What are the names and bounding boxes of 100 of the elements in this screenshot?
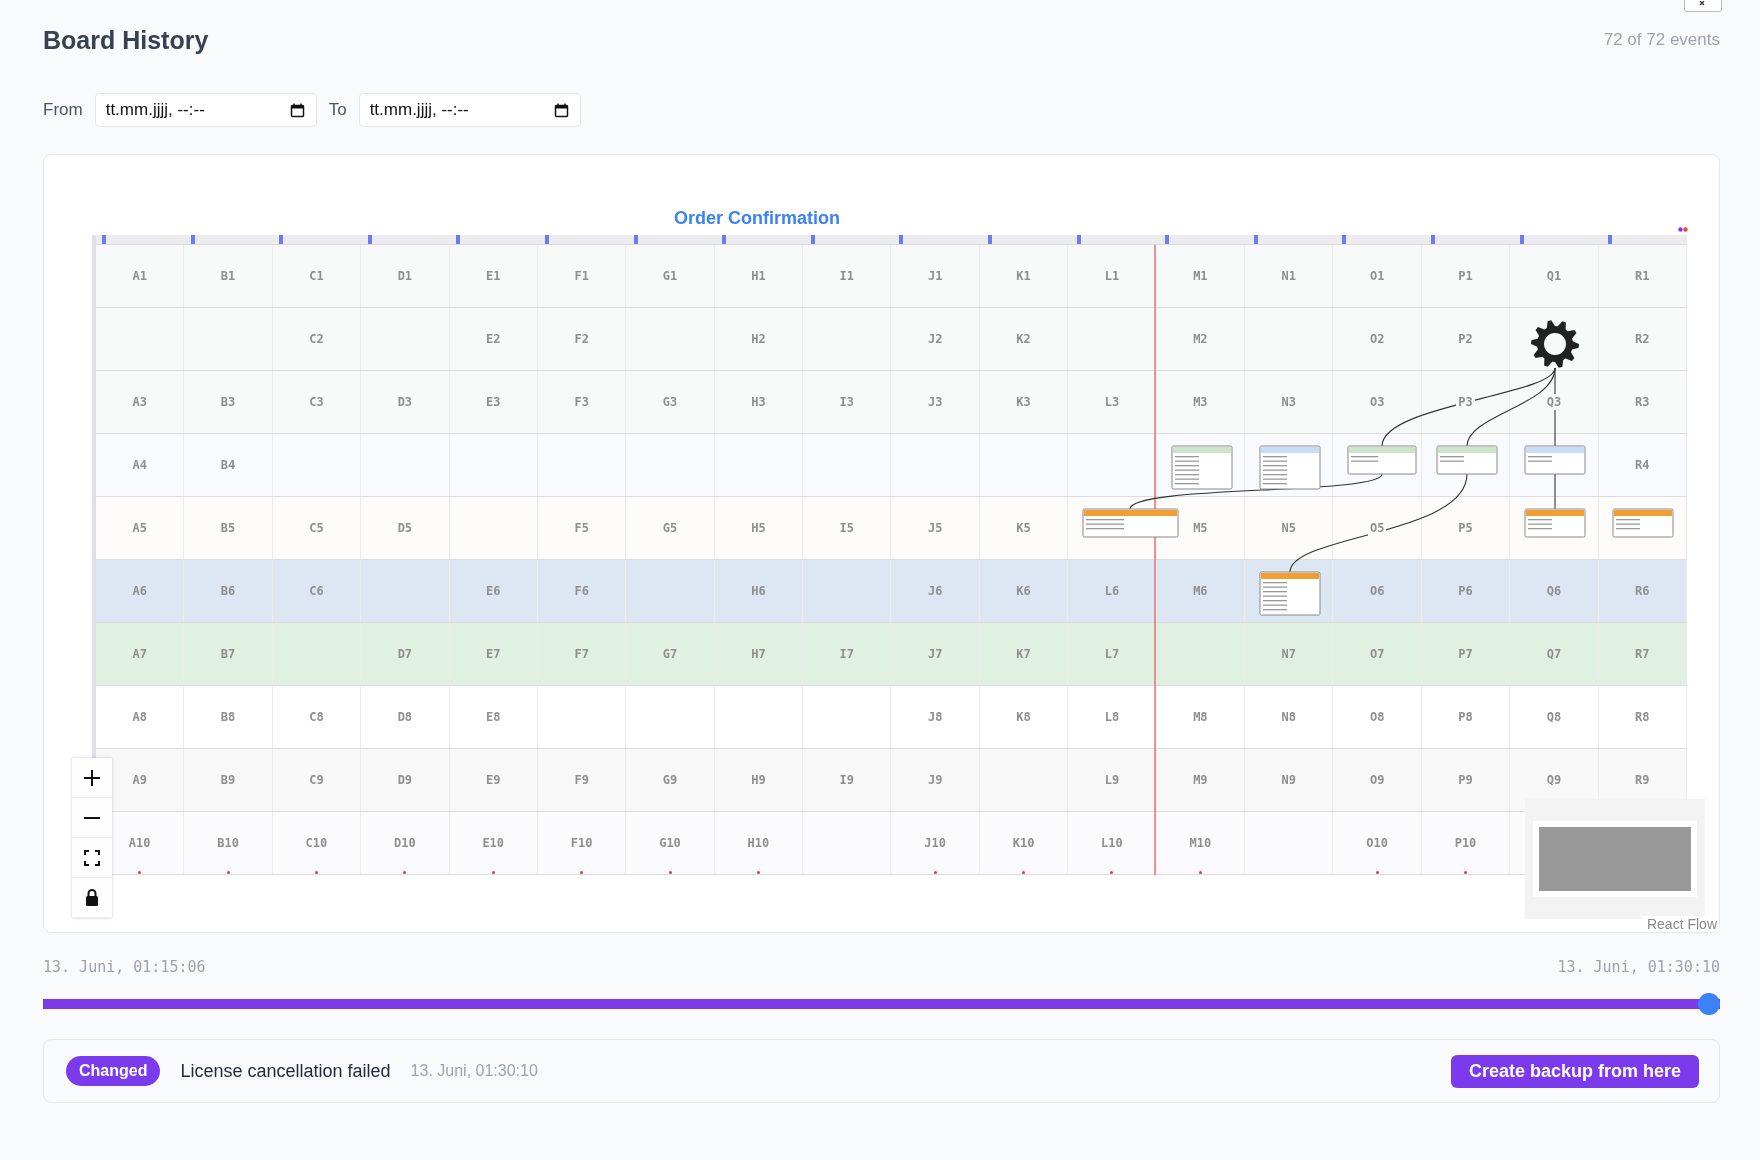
grid-cell: B5 [184, 497, 273, 559]
event-description: License cancellation failed [180, 1060, 391, 1082]
grid-cell: J10 [891, 812, 980, 874]
grid-cell: G1 [626, 245, 715, 307]
flow-node[interactable] [1082, 508, 1179, 538]
grid-cell: F7 [537, 623, 627, 685]
grid-cell: R6 [1598, 560, 1687, 622]
board-title[interactable]: Order Confirmation [674, 207, 840, 229]
grid-cell: E7 [449, 623, 538, 685]
calendar-icon[interactable] [553, 103, 569, 118]
grid-cell: P3 [1421, 371, 1511, 433]
grid-cell: E9 [449, 749, 538, 811]
grid-cell: K1 [979, 245, 1069, 307]
grid-cell: B4 [184, 434, 273, 496]
grid-cell: L3 [1068, 371, 1157, 433]
change-badge: Changed [66, 1056, 161, 1086]
grid-cell: E10 [449, 812, 538, 874]
grid-cell: M8 [1156, 686, 1246, 748]
grid-cell: O6 [1333, 560, 1422, 622]
grid-cell: J1 [891, 245, 980, 307]
grid-cell: I9 [803, 749, 892, 811]
grid-cell: R4 [1598, 434, 1687, 496]
grid-cell: D8 [361, 686, 450, 748]
grid-cell: J5 [891, 497, 980, 559]
status-dots-icon [1678, 227, 1688, 232]
grid-cell: K10 [979, 812, 1069, 874]
flow-node[interactable] [1436, 445, 1498, 475]
grid-cell: O5 [1333, 497, 1422, 559]
flow-node[interactable] [1171, 445, 1233, 490]
grid-cell: B9 [184, 749, 273, 811]
end-time: 13. Juni, 01:30:10 [1557, 958, 1720, 976]
grid-cell: A1 [96, 245, 185, 307]
gear-icon[interactable] [1531, 320, 1579, 368]
grid-cell: F6 [537, 560, 627, 622]
flow-node[interactable] [1259, 571, 1321, 616]
grid-cell: C8 [272, 686, 362, 748]
zoom-in-button[interactable] [72, 758, 112, 798]
grid-cell: A7 [96, 623, 185, 685]
grid-cell: P1 [1421, 245, 1511, 307]
grid-cell: K3 [979, 371, 1069, 433]
grid-cell: M10 [1156, 812, 1246, 874]
grid-cell: L6 [1068, 560, 1157, 622]
grid-cell: H5 [714, 497, 804, 559]
grid-cell: F2 [537, 308, 627, 370]
grid-cell: F5 [537, 497, 627, 559]
flow-node[interactable] [1524, 508, 1586, 538]
fit-view-button[interactable] [72, 838, 112, 878]
grid-cell: Q3 [1510, 371, 1599, 433]
filter-label: From [43, 100, 83, 120]
grid-cell: A8 [96, 686, 185, 748]
grid-cell: I7 [803, 623, 892, 685]
grid-cell: H9 [714, 749, 804, 811]
slider-thumb[interactable] [1698, 993, 1720, 1015]
grid-cell: C9 [272, 749, 362, 811]
event-time: 13. Juni, 01:30:10 [410, 1062, 539, 1080]
grid-cell: F3 [537, 371, 627, 433]
grid-cell: N7 [1245, 623, 1334, 685]
grid-cell: L1 [1068, 245, 1157, 307]
flow-node[interactable] [1347, 445, 1417, 475]
grid-cell: H3 [714, 371, 804, 433]
date-field[interactable]: tt.mm.jjjj, --:-- [94, 93, 317, 127]
calendar-icon[interactable] [289, 103, 305, 118]
grid-cell: G5 [626, 497, 715, 559]
lock-button[interactable] [72, 878, 112, 918]
grid-cell: J6 [891, 560, 980, 622]
grid-cell: G3 [626, 371, 715, 433]
grid-cell: O3 [1333, 371, 1422, 433]
grid-cell: O9 [1333, 749, 1422, 811]
grid-cell: C2 [272, 308, 362, 370]
grid-cell: O1 [1333, 245, 1422, 307]
grid-cell: K2 [979, 308, 1069, 370]
grid-cell: G9 [626, 749, 715, 811]
grid-cell: D10 [361, 812, 450, 874]
grid-cell: O10 [1333, 812, 1422, 874]
attribution-link[interactable]: React Flow [1640, 916, 1719, 932]
grid-cell: F10 [537, 812, 627, 874]
grid-cell: M6 [1156, 560, 1246, 622]
create-backup-button[interactable]: Create backup from here [1450, 1054, 1699, 1088]
grid-cell: H6 [714, 560, 804, 622]
grid-cell: P5 [1421, 497, 1511, 559]
fit-view-icon [84, 849, 100, 866]
grid-cell: K8 [979, 686, 1069, 748]
grid-cell: A4 [96, 434, 185, 496]
grid-cell: N1 [1245, 245, 1334, 307]
grid-cell: O8 [1333, 686, 1422, 748]
grid-cell: I1 [803, 245, 892, 307]
grid-cell: R7 [1598, 623, 1687, 685]
grid-cell: I3 [803, 371, 892, 433]
flow-node[interactable] [1259, 445, 1321, 490]
plus-icon [83, 768, 101, 787]
minimap[interactable] [1525, 799, 1705, 919]
grid-cell: Q7 [1510, 623, 1599, 685]
grid-cell: H1 [714, 245, 804, 307]
filter-label: To [328, 100, 347, 120]
grid-cell: A3 [96, 371, 185, 433]
edge-line [1554, 473, 1556, 510]
flow-node[interactable] [1612, 508, 1674, 538]
flow-node[interactable] [1524, 445, 1586, 475]
date-field[interactable]: tt.mm.jjjj, --:-- [358, 93, 581, 127]
grid-cell: N5 [1245, 497, 1334, 559]
